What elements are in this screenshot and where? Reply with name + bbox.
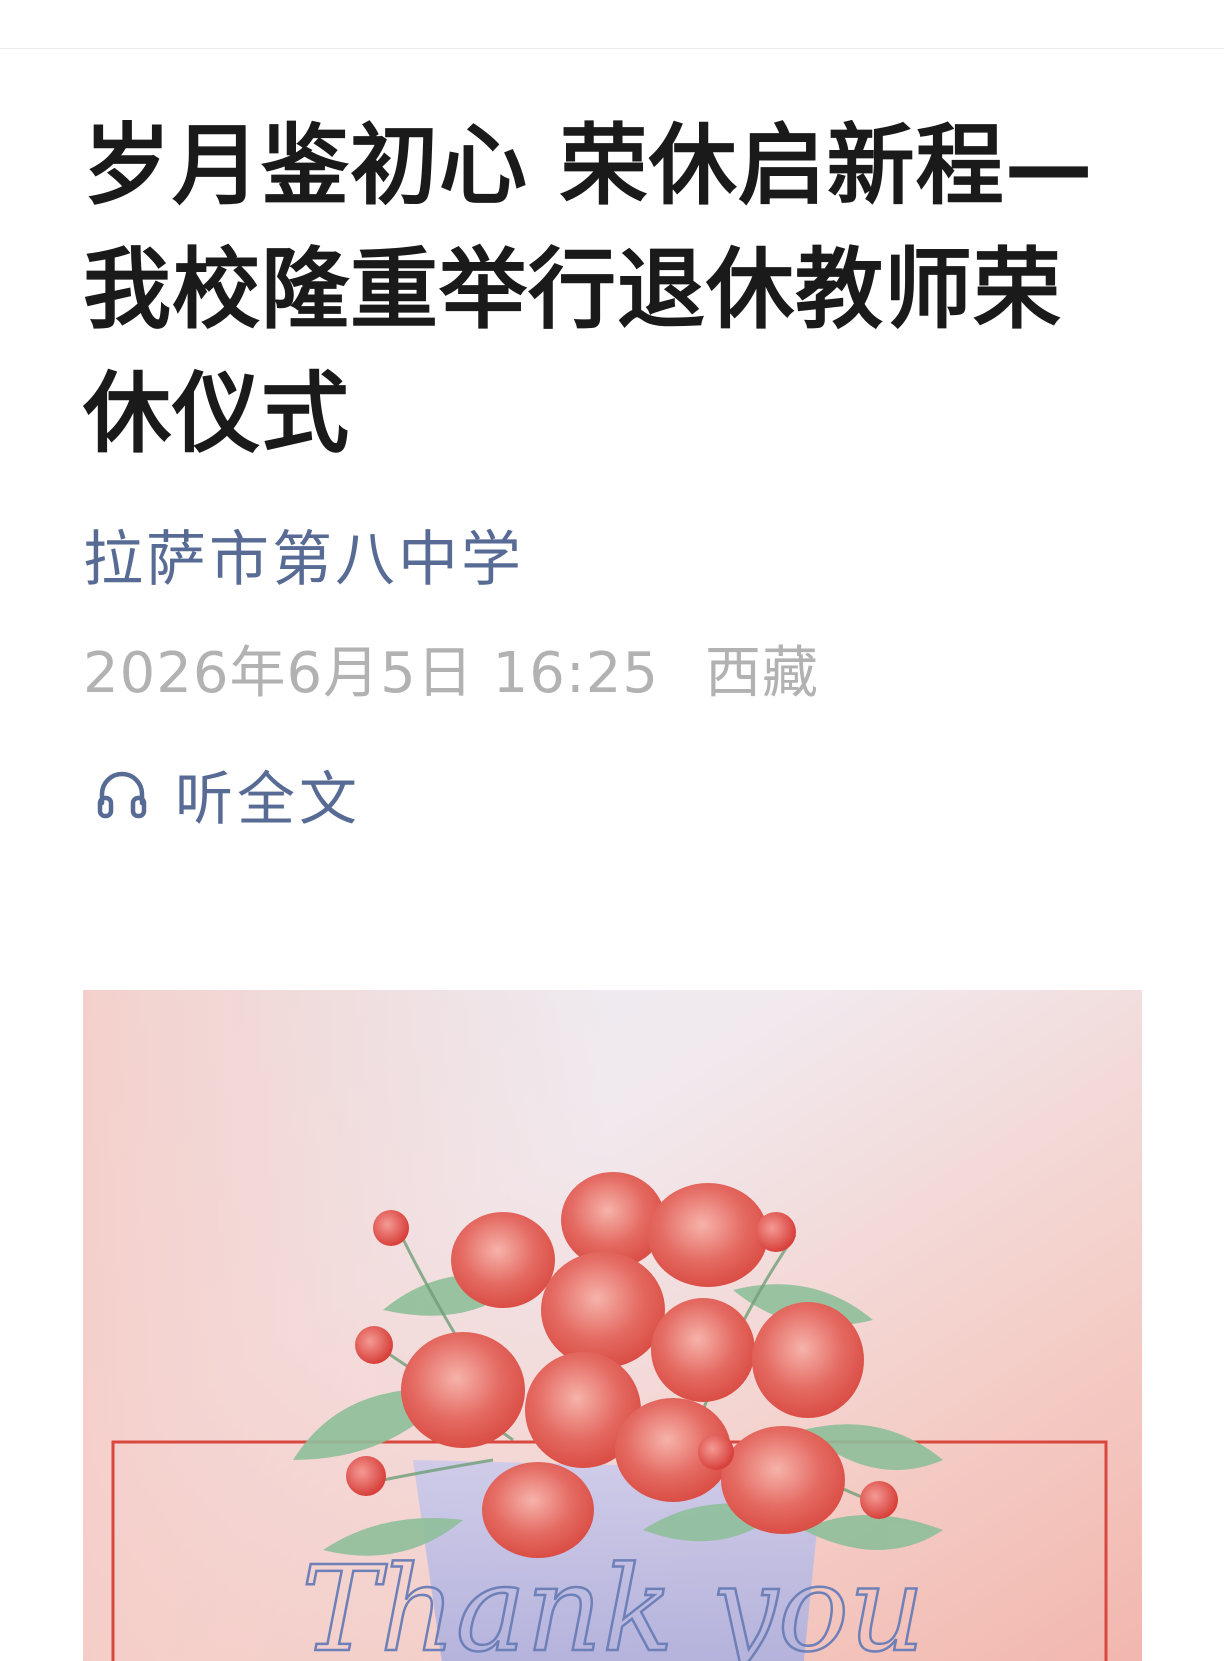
author-link[interactable]: 拉萨市第八中学: [83, 520, 1143, 600]
publish-date: 2026年6月5日 16:25: [83, 641, 659, 706]
headphones-icon: [93, 765, 151, 823]
listen-full-text-button[interactable]: 听全文: [83, 754, 1143, 834]
article-header: 岁月鉴初心 荣休启新程—我校隆重举行退休教师荣休仪式 拉萨市第八中学 2026年…: [83, 48, 1143, 834]
hero-image[interactable]: Thank you: [83, 990, 1142, 1661]
top-bar: [0, 0, 1224, 49]
listen-label: 听全文: [175, 765, 362, 833]
article-meta: 2026年6月5日 16:25 西藏: [83, 636, 1143, 712]
article-title: 岁月鉴初心 荣休启新程—我校隆重举行退休教师荣休仪式: [83, 114, 1094, 465]
publish-location: 西藏: [704, 641, 819, 706]
script-thank-you: Thank you: [301, 1540, 925, 1661]
